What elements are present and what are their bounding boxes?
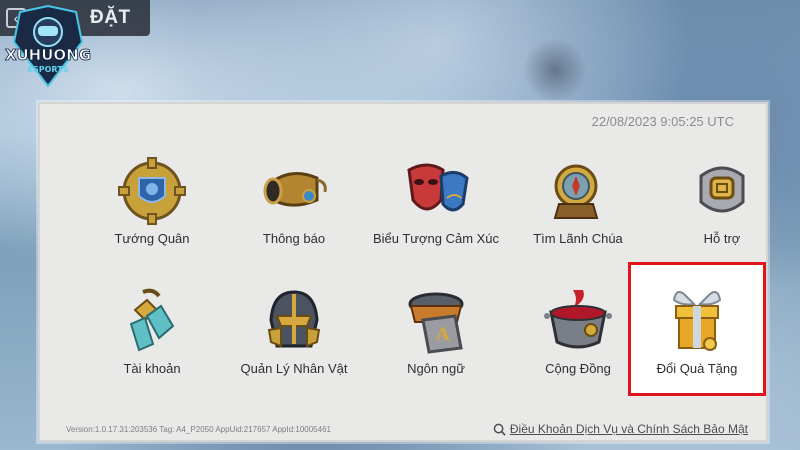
svg-text:ESPORTS: ESPORTS <box>28 65 69 74</box>
server-time: 22/08/2023 9:05:25 UTC <box>591 114 734 129</box>
tile-ho-tro[interactable]: Hỗ trợ <box>652 156 792 247</box>
masks-icon <box>407 163 469 212</box>
chain-link-icon <box>129 288 175 352</box>
gift-icon <box>672 291 722 351</box>
support-icon <box>699 166 745 213</box>
tile-tuong-quan[interactable]: Tướng Quân <box>82 156 222 247</box>
tile-label: Tìm Lãnh Chúa <box>533 231 623 246</box>
settings-panel: 22/08/2023 9:05:25 UTC Tướng Quân Thông … <box>38 102 768 442</box>
tile-label: Ngôn ngữ <box>407 361 465 376</box>
tile-tim-lanh-chua[interactable]: Tìm Lãnh Chúa <box>508 156 648 247</box>
terms-link[interactable]: Điều Khoản Dịch Vụ và Chính Sách Bảo Mật <box>493 422 748 436</box>
tile-bieu-tuong-cam-xuc[interactable]: Biểu Tượng Cảm Xúc <box>366 156 506 247</box>
tile-tai-khoan[interactable]: Tài khoản <box>82 286 222 377</box>
language-icon: A <box>408 292 464 354</box>
tile-label: Biểu Tượng Cảm Xúc <box>372 231 500 246</box>
tile-quan-ly-nhan-vat[interactable]: Quản Lý Nhân Vật <box>224 286 364 377</box>
helmet-icon <box>267 290 321 348</box>
svg-text:A: A <box>435 324 451 345</box>
gear-shield-icon <box>118 157 186 225</box>
version-info: Version:1.0.17.31:203536 Tag: A4_P2050 A… <box>66 425 331 434</box>
tile-label: Hỗ trợ <box>703 231 741 246</box>
terms-label: Điều Khoản Dịch Vụ và Chính Sách Bảo Mật <box>509 422 748 436</box>
tile-doi-qua-tang[interactable]: Đổi Quà Tặng <box>627 286 767 377</box>
svg-text:XUHUONG: XUHUONG <box>5 46 91 64</box>
tile-label: Thông báo <box>262 231 326 246</box>
tile-ngon-ngu[interactable]: A Ngôn ngữ <box>366 286 506 377</box>
tile-label: Tài khoản <box>123 361 181 376</box>
tile-label: Đổi Quà Tặng <box>656 361 738 376</box>
compass-icon <box>553 164 599 219</box>
horn-icon <box>263 172 327 207</box>
tile-label: Quản Lý Nhân Vật <box>240 361 348 376</box>
cauldron-icon <box>544 290 612 349</box>
page-title: ĐẶT <box>90 7 131 28</box>
background-figure <box>520 40 590 100</box>
tile-label: Tướng Quân <box>114 231 190 246</box>
search-icon <box>493 423 506 436</box>
tile-thong-bao[interactable]: Thông báo <box>224 156 364 247</box>
xuhuong-esports-logo: XUHUONG ESPORTS <box>5 4 91 88</box>
